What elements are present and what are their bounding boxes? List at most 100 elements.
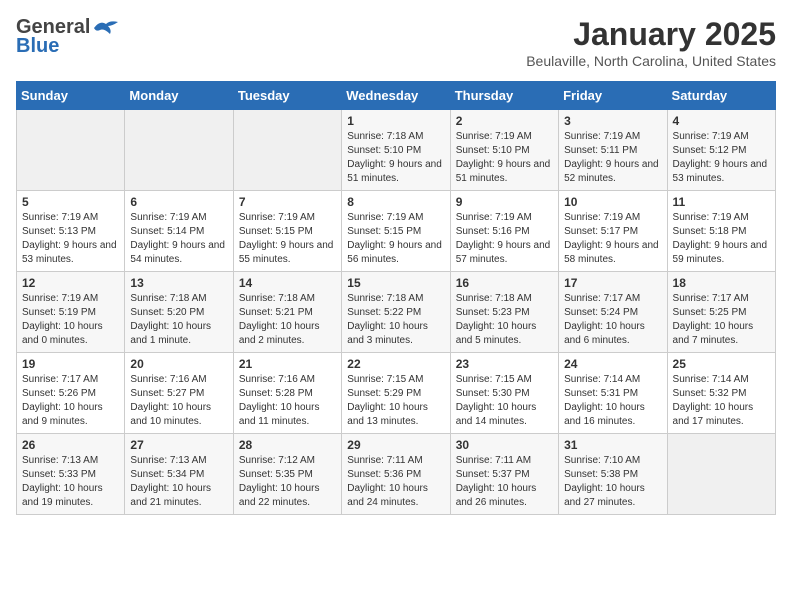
calendar-cell: 16Sunrise: 7:18 AMSunset: 5:23 PMDayligh…: [450, 272, 558, 353]
calendar-cell: 13 Sunrise: 7:18 AMSunset: 5:20 PMDayligh…: [125, 272, 233, 353]
calendar-cell: 2 Sunrise: 7:19 AMSunset: 5:10 PMDaylight…: [450, 110, 558, 191]
day-number: 8: [347, 195, 444, 209]
day-info: Sunrise: 7:17 AMSunset: 5:25 PMDaylight:…: [673, 292, 770, 348]
day-number: 7: [239, 195, 336, 209]
day-info: Sunrise: 7:11 AMSunset: 5:36 PMDaylight:…: [347, 454, 444, 510]
day-number: 11: [673, 195, 770, 209]
day-number: 1: [347, 114, 444, 128]
calendar-cell: 8 Sunrise: 7:19 AMSunset: 5:15 PMDaylight…: [342, 191, 450, 272]
calendar-cell: 22Sunrise: 7:15 AMSunset: 5:29 PMDayligh…: [342, 353, 450, 434]
day-info: Sunrise: 7:16 AMSunset: 5:28 PMDaylight:…: [239, 373, 336, 429]
location-text: Beulaville, North Carolina, United State…: [526, 53, 776, 69]
calendar-week-row: 26Sunrise: 7:13 AMSunset: 5:33 PMDayligh…: [17, 434, 776, 515]
day-info: Sunrise: 7:19 AMSunset: 5:15 PMDaylight:…: [239, 211, 336, 267]
calendar-cell: 11Sunrise: 7:19 AMSunset: 5:18 PMDayligh…: [667, 191, 775, 272]
day-number: 20: [130, 357, 227, 371]
day-info: Sunrise: 7:19 AMSunset: 5:17 PMDaylight:…: [564, 211, 661, 267]
calendar-cell: 30 Sunrise: 7:11 AMSunset: 5:37 PMDayligh…: [450, 434, 558, 515]
day-number: 12: [22, 276, 119, 290]
day-info: Sunrise: 7:16 AMSunset: 5:27 PMDaylight:…: [130, 373, 227, 429]
calendar-cell: 24Sunrise: 7:14 AMSunset: 5:31 PMDayligh…: [559, 353, 667, 434]
day-info: Sunrise: 7:13 AMSunset: 5:34 PMDaylight:…: [130, 454, 227, 510]
day-number: 10: [564, 195, 661, 209]
day-number: 19: [22, 357, 119, 371]
calendar-cell: 10 Sunrise: 7:19 AMSunset: 5:17 PMDayligh…: [559, 191, 667, 272]
day-info: Sunrise: 7:17 AMSunset: 5:26 PMDaylight:…: [22, 373, 119, 429]
day-number: 5: [22, 195, 119, 209]
calendar-cell: 1Sunrise: 7:18 AMSunset: 5:10 PMDaylight…: [342, 110, 450, 191]
calendar-cell: [17, 110, 125, 191]
day-header-sunday: Sunday: [17, 82, 125, 110]
calendar-cell: 5 Sunrise: 7:19 AMSunset: 5:13 PMDaylight…: [17, 191, 125, 272]
day-number: 2: [456, 114, 553, 128]
calendar-cell: 28 Sunrise: 7:12 AMSunset: 5:35 PMDayligh…: [233, 434, 341, 515]
day-info: Sunrise: 7:19 AMSunset: 5:13 PMDaylight:…: [22, 211, 119, 267]
day-number: 28: [239, 438, 336, 452]
day-number: 25: [673, 357, 770, 371]
day-info: Sunrise: 7:12 AMSunset: 5:35 PMDaylight:…: [239, 454, 336, 510]
calendar-week-row: 5 Sunrise: 7:19 AMSunset: 5:13 PMDaylight…: [17, 191, 776, 272]
day-number: 3: [564, 114, 661, 128]
month-title: January 2025: [526, 16, 776, 53]
calendar-cell: [233, 110, 341, 191]
calendar-cell: [125, 110, 233, 191]
day-info: Sunrise: 7:18 AMSunset: 5:22 PMDaylight:…: [347, 292, 444, 348]
page-header: General Blue January 2025 Beulaville, No…: [16, 16, 776, 69]
day-info: Sunrise: 7:19 AMSunset: 5:12 PMDaylight:…: [673, 130, 770, 186]
day-number: 26: [22, 438, 119, 452]
day-number: 14: [239, 276, 336, 290]
day-header-friday: Friday: [559, 82, 667, 110]
day-number: 27: [130, 438, 227, 452]
calendar-cell: 23Sunrise: 7:15 AMSunset: 5:30 PMDayligh…: [450, 353, 558, 434]
day-header-saturday: Saturday: [667, 82, 775, 110]
day-number: 4: [673, 114, 770, 128]
calendar-week-row: 1Sunrise: 7:18 AMSunset: 5:10 PMDaylight…: [17, 110, 776, 191]
day-info: Sunrise: 7:19 AMSunset: 5:11 PMDaylight:…: [564, 130, 661, 186]
calendar-cell: 6 Sunrise: 7:19 AMSunset: 5:14 PMDaylight…: [125, 191, 233, 272]
day-info: Sunrise: 7:19 AMSunset: 5:15 PMDaylight:…: [347, 211, 444, 267]
day-number: 17: [564, 276, 661, 290]
day-number: 15: [347, 276, 444, 290]
calendar-cell: [667, 434, 775, 515]
day-info: Sunrise: 7:15 AMSunset: 5:30 PMDaylight:…: [456, 373, 553, 429]
day-header-monday: Monday: [125, 82, 233, 110]
calendar-cell: 25Sunrise: 7:14 AMSunset: 5:32 PMDayligh…: [667, 353, 775, 434]
day-number: 18: [673, 276, 770, 290]
calendar-cell: 9 Sunrise: 7:19 AMSunset: 5:16 PMDaylight…: [450, 191, 558, 272]
day-number: 13: [130, 276, 227, 290]
calendar-cell: 31Sunrise: 7:10 AMSunset: 5:38 PMDayligh…: [559, 434, 667, 515]
calendar-cell: 27 Sunrise: 7:13 AMSunset: 5:34 PMDayligh…: [125, 434, 233, 515]
calendar-cell: 26Sunrise: 7:13 AMSunset: 5:33 PMDayligh…: [17, 434, 125, 515]
calendar-week-row: 12 Sunrise: 7:19 AMSunset: 5:19 PMDayligh…: [17, 272, 776, 353]
calendar-cell: 4 Sunrise: 7:19 AMSunset: 5:12 PMDaylight…: [667, 110, 775, 191]
calendar-week-row: 19 Sunrise: 7:17 AMSunset: 5:26 PMDayligh…: [17, 353, 776, 434]
calendar-cell: 17 Sunrise: 7:17 AMSunset: 5:24 PMDayligh…: [559, 272, 667, 353]
day-info: Sunrise: 7:18 AMSunset: 5:21 PMDaylight:…: [239, 292, 336, 348]
day-number: 9: [456, 195, 553, 209]
calendar-cell: 18 Sunrise: 7:17 AMSunset: 5:25 PMDayligh…: [667, 272, 775, 353]
day-info: Sunrise: 7:19 AMSunset: 5:16 PMDaylight:…: [456, 211, 553, 267]
day-info: Sunrise: 7:15 AMSunset: 5:29 PMDaylight:…: [347, 373, 444, 429]
day-header-wednesday: Wednesday: [342, 82, 450, 110]
day-info: Sunrise: 7:19 AMSunset: 5:14 PMDaylight:…: [130, 211, 227, 267]
day-info: Sunrise: 7:10 AMSunset: 5:38 PMDaylight:…: [564, 454, 661, 510]
calendar-cell: 14 Sunrise: 7:18 AMSunset: 5:21 PMDayligh…: [233, 272, 341, 353]
calendar-cell: 19 Sunrise: 7:17 AMSunset: 5:26 PMDayligh…: [17, 353, 125, 434]
calendar-cell: 3 Sunrise: 7:19 AMSunset: 5:11 PMDaylight…: [559, 110, 667, 191]
day-header-tuesday: Tuesday: [233, 82, 341, 110]
day-info: Sunrise: 7:18 AMSunset: 5:20 PMDaylight:…: [130, 292, 227, 348]
day-info: Sunrise: 7:11 AMSunset: 5:37 PMDaylight:…: [456, 454, 553, 510]
day-info: Sunrise: 7:17 AMSunset: 5:24 PMDaylight:…: [564, 292, 661, 348]
day-info: Sunrise: 7:19 AMSunset: 5:10 PMDaylight:…: [456, 130, 553, 186]
day-header-thursday: Thursday: [450, 82, 558, 110]
day-info: Sunrise: 7:19 AMSunset: 5:19 PMDaylight:…: [22, 292, 119, 348]
day-number: 24: [564, 357, 661, 371]
calendar-cell: 12 Sunrise: 7:19 AMSunset: 5:19 PMDayligh…: [17, 272, 125, 353]
calendar-header-row: SundayMondayTuesdayWednesdayThursdayFrid…: [17, 82, 776, 110]
title-block: January 2025 Beulaville, North Carolina,…: [526, 16, 776, 69]
logo-bird-icon: [92, 18, 120, 38]
day-number: 21: [239, 357, 336, 371]
day-number: 16: [456, 276, 553, 290]
day-number: 30: [456, 438, 553, 452]
day-number: 6: [130, 195, 227, 209]
